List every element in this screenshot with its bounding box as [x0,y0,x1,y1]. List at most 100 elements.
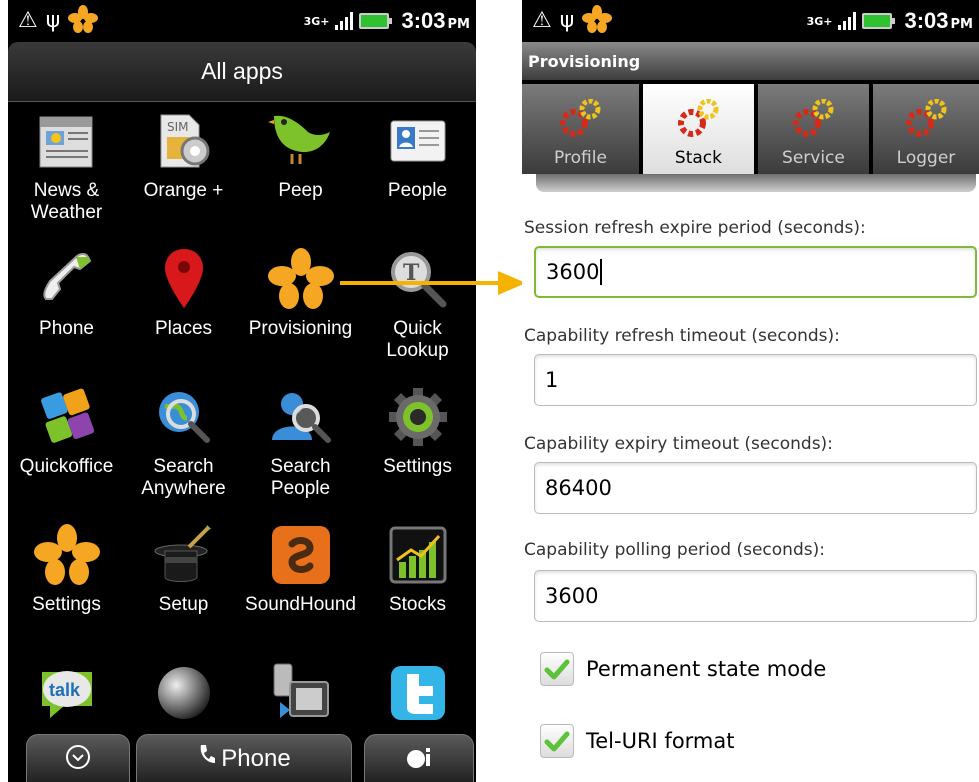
signal-strength-icon [335,12,354,30]
stocks-chart-icon [382,520,454,590]
magic-hat-icon [148,520,220,590]
app-label: Peep [278,180,323,201]
app-people[interactable]: People [359,104,476,242]
gear-icon [382,382,454,452]
app-quickoffice[interactable]: Quickoffice [8,380,125,518]
app-places[interactable]: Places [125,242,242,380]
app-quick-lookup[interactable]: T Quick Lookup [359,242,476,380]
app-provisioning[interactable]: Provisioning [242,242,359,380]
personalize-button[interactable] [364,734,474,782]
app-label: Setup [158,594,209,615]
clock-ampm: PM [447,17,470,32]
capability-refresh-input[interactable]: 1 [534,354,977,406]
app-stocks[interactable]: Stocks [359,518,476,656]
tab-profile[interactable]: Profile [522,84,639,174]
tab-logger[interactable]: Logger [872,84,979,174]
permanent-state-row[interactable]: Permanent state mode [540,652,826,686]
checkbox-label: Permanent state mode [586,657,827,681]
capability-refresh-label: Capability refresh timeout (seconds): [524,326,840,346]
dock-phone-button[interactable]: Phone [136,734,352,782]
tel-uri-row[interactable]: Tel-URI format [540,724,735,758]
app-news-weather[interactable]: News & Weather [8,104,125,242]
news-weather-icon [31,106,103,176]
app-soundhound[interactable]: SoundHound [242,518,359,656]
page-title: Provisioning [522,42,979,80]
clock-time: 3:03 [904,8,949,33]
all-apps-screen: ⚠ ψ 3G+ 3:03 PM All apps News & Weather … [8,0,476,782]
app-label: Stocks [388,594,447,615]
app-search-anywhere[interactable]: Search Anywhere [125,380,242,518]
personalize-icon [404,744,434,774]
provisioning-screen: ⚠ ψ 3G+ 3:03 PM Provisioning Profile Sta… [522,0,979,782]
status-bar: ⚠ ψ 3G+ 3:03 PM [522,0,979,42]
globe-search-icon [148,382,220,452]
tab-service[interactable]: Service [757,84,869,174]
svg-text:talk: talk [49,680,81,700]
gears-icon [791,98,835,142]
field-value: 3600 [545,584,599,608]
gears-icon [676,98,720,142]
app-phone[interactable]: Phone [8,242,125,380]
app-settings-system[interactable]: Settings [359,380,476,518]
warning-icon: ⚠ [532,8,552,33]
app-setup[interactable]: Setup [125,518,242,656]
tab-label: Profile [554,148,607,168]
clock-time: 3:03 [401,8,446,33]
annotation-arrow [340,271,526,295]
app-label: SoundHound [245,594,356,615]
network-type-label: 3G+ [303,14,330,28]
clock-ampm: PM [950,17,973,32]
tab-label: Logger [896,148,956,168]
app-orange-plus[interactable]: SIM Orange + [125,104,242,242]
collapse-apps-button[interactable] [26,734,130,782]
app-label: Quick Lookup [386,318,449,361]
checkbox-label: Tel-URI format [586,729,735,753]
app-label: Places [154,318,213,339]
soundhound-icon [265,520,337,590]
contact-card-icon [382,106,454,176]
network-type-label: 3G+ [806,14,833,28]
field-value: 86400 [545,476,612,500]
session-refresh-label: Session refresh expire period (seconds): [524,218,866,238]
session-refresh-input[interactable]: 3600 [534,246,977,298]
twitter-icon [382,658,454,728]
phone-handset-icon [31,244,103,314]
capability-expiry-label: Capability expiry timeout (seconds): [524,434,833,454]
phone-handset-icon [197,743,216,774]
capability-expiry-input[interactable]: 86400 [534,462,977,514]
sim-settings-icon: SIM [148,106,220,176]
app-search-people[interactable]: Search People [242,380,359,518]
app-label: Phone [39,318,94,339]
capability-polling-label: Capability polling period (seconds): [524,540,825,560]
bird-icon [265,106,337,176]
permanent-state-checkbox[interactable] [540,652,574,686]
sphere-icon [148,658,220,728]
usb-icon: ψ [559,8,575,33]
tel-uri-checkbox[interactable] [540,724,574,758]
tab-stack[interactable]: Stack [642,84,754,174]
tab-label: Stack [674,148,722,168]
bottom-dock: Phone [8,728,476,782]
app-label: Settings [383,456,452,477]
status-bar: ⚠ ψ 3G+ 3:03 PM [8,0,476,42]
orange-flower-icon [31,520,103,590]
capability-polling-input[interactable]: 3600 [534,570,977,622]
text-caret [600,259,603,285]
previous-field-edge [536,174,976,192]
office-tiles-icon [31,382,103,452]
field-value: 3600 [546,260,600,284]
app-label: Search People [270,456,331,499]
app-settings-orange[interactable]: Settings [8,518,125,656]
orange-flower-icon [265,244,337,314]
chevron-down-icon [65,744,91,774]
person-search-icon [265,382,337,452]
orange-flower-notification-icon [68,5,99,37]
battery-icon [862,13,896,29]
app-label: People [387,180,448,201]
app-peep[interactable]: Peep [242,104,359,242]
app-label: Quickoffice [19,456,114,477]
all-apps-header: All apps [8,42,476,102]
app-label: Orange + [143,180,224,201]
warning-icon: ⚠ [18,8,38,33]
screenshot-composite: ⚠ ψ 3G+ 3:03 PM All apps News & Weather … [0,0,979,782]
